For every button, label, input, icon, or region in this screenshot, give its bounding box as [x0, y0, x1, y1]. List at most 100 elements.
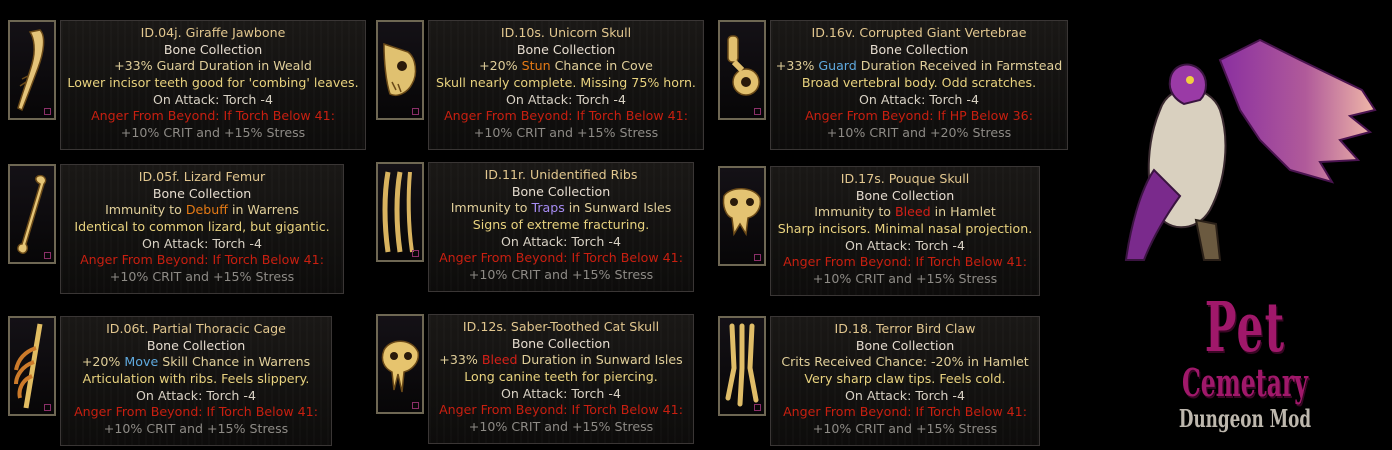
saber-skull-icon[interactable]	[376, 314, 424, 414]
stat-text: +20%	[479, 58, 522, 74]
stat-text: Duration in Sunward Isles	[517, 352, 683, 368]
trinket-description: Lower incisor teeth good for 'combing' l…	[67, 75, 359, 91]
trinket-anger-effect: +10% CRIT and +15% Stress	[120, 125, 306, 141]
stat-text: Crits Received Chance: -20% in Hamlet	[781, 354, 1029, 370]
stat-keyword: Traps	[531, 200, 565, 216]
trinket-title: ID.05f. Lizard Femur	[138, 169, 266, 184]
stat-text: in Warrens	[227, 202, 299, 218]
trinket-on-attack: On Attack: Torch -4	[142, 235, 262, 251]
trinket-on-attack: On Attack: Torch -4	[845, 387, 965, 403]
trinket-on-attack: On Attack: Torch -4	[859, 91, 979, 107]
trinket-collection: Bone Collection	[146, 337, 246, 353]
trinket-tooltip: ID.10s. Unicorn Skull Bone Collection +2…	[428, 20, 704, 150]
trinket-stat: +20% Stun Chance in Cove	[433, 58, 699, 75]
trinket-stat: Crits Received Chance: -20% in Hamlet	[775, 354, 1035, 371]
trinket-description: Skull nearly complete. Missing 75% horn.	[436, 75, 696, 91]
trinket-on-attack: On Attack: Torch -4	[501, 233, 621, 249]
trinket-description: Long canine teeth for piercing.	[464, 369, 658, 385]
stat-keyword: Bleed	[894, 204, 931, 220]
trinket-title: ID.04j. Giraffe Jawbone	[140, 25, 286, 40]
trinket-collection: Bone Collection	[855, 187, 955, 203]
stat-keyword: Debuff	[185, 202, 228, 218]
jawbone-icon[interactable]	[8, 20, 56, 120]
trinket-stat: +33% Guard Duration Received in Farmstea…	[775, 58, 1063, 75]
trinket-stat: +33% Bleed Duration in Sunward Isles	[433, 352, 689, 369]
femur-icon[interactable]	[8, 164, 56, 264]
trinket-title: ID.17s. Pouque Skull	[840, 171, 970, 186]
trinket-collection: Bone Collection	[511, 183, 611, 199]
trinket-anger-condition: Anger From Beyond: If Torch Below 41:	[439, 250, 683, 266]
pouque-skull-icon[interactable]	[718, 166, 766, 266]
trinket-anger-condition: Anger From Beyond: If Torch Below 41:	[444, 108, 688, 124]
trinket-anger-condition: Anger From Beyond: If Torch Below 41:	[783, 404, 1027, 420]
trinket-title: ID.11r. Unidentified Ribs	[484, 167, 638, 182]
trinket-tooltip: ID.06t. Partial Thoracic Cage Bone Colle…	[60, 316, 332, 446]
trinket-description: Signs of extreme fracturing.	[472, 217, 650, 233]
trinket-on-attack: On Attack: Torch -4	[845, 237, 965, 253]
stat-text: +20%	[81, 354, 125, 370]
trinket-description: Very sharp claw tips. Feels cold.	[804, 371, 1006, 387]
trinket-tooltip: ID.05f. Lizard Femur Bone Collection Imm…	[60, 164, 344, 294]
trinket-catalog: ID.04j. Giraffe Jawbone Bone Collection …	[0, 0, 1392, 450]
stat-text: Immunity to	[814, 204, 895, 220]
unicorn-skull-icon[interactable]	[376, 20, 424, 120]
stat-text: +33%	[439, 352, 482, 368]
trinket-title: ID.10s. Unicorn Skull	[500, 25, 632, 40]
stat-keyword: Bleed	[481, 352, 518, 368]
stat-text: Chance in Cove	[550, 58, 653, 74]
griffin-icon	[1124, 38, 1377, 261]
trinket-on-attack: On Attack: Torch -4	[136, 387, 256, 403]
trinket-tooltip: ID.18. Terror Bird Claw Bone Collection …	[770, 316, 1040, 446]
logo-title-cemetary: Cemetary	[1182, 360, 1308, 405]
trinket-collection: Bone Collection	[152, 185, 252, 201]
trinket-title: ID.06t. Partial Thoracic Cage	[106, 321, 286, 336]
stat-keyword: Move	[124, 354, 159, 370]
logo-title-pet: Pet	[1204, 288, 1286, 368]
trinket-anger-condition: Anger From Beyond: If Torch Below 41:	[74, 404, 318, 420]
trinket-description: Broad vertebral body. Odd scratches.	[801, 75, 1037, 91]
trinket-collection: Bone Collection	[511, 335, 611, 351]
stat-text: in Hamlet	[930, 204, 996, 220]
trinket-anger-effect: +10% CRIT and +15% Stress	[468, 267, 654, 283]
stat-text: +33%	[775, 58, 819, 74]
trinket-tooltip: ID.04j. Giraffe Jawbone Bone Collection …	[60, 20, 366, 150]
trinket-on-attack: On Attack: Torch -4	[506, 91, 626, 107]
trinket-tooltip: ID.12s. Saber-Toothed Cat Skull Bone Col…	[428, 314, 694, 444]
pet-cemetary-logo: Pet Cemetary Dungeon Mod	[1100, 20, 1390, 450]
stat-text: Duration Received in Farmstead	[856, 58, 1063, 74]
stat-text: +33% Guard Duration in Weald	[114, 58, 312, 74]
thoracic-cage-icon[interactable]	[8, 316, 56, 416]
trinket-title: ID.16v. Corrupted Giant Vertebrae	[811, 25, 1027, 40]
trinket-title: ID.12s. Saber-Toothed Cat Skull	[462, 319, 660, 334]
trinket-title: ID.18. Terror Bird Claw	[834, 321, 976, 336]
trinket-anger-effect: +10% CRIT and +15% Stress	[468, 419, 654, 435]
trinket-anger-effect: +10% CRIT and +15% Stress	[812, 271, 998, 287]
stat-text: Immunity to	[105, 202, 186, 218]
trinket-stat: +33% Guard Duration in Weald	[65, 58, 361, 75]
trinket-anger-effect: +10% CRIT and +15% Stress	[812, 421, 998, 437]
trinket-on-attack: On Attack: Torch -4	[501, 385, 621, 401]
trinket-anger-effect: +10% CRIT and +15% Stress	[109, 269, 295, 285]
trinket-description: Sharp incisors. Minimal nasal projection…	[777, 221, 1033, 237]
trinket-anger-condition: Anger From Beyond: If Torch Below 41:	[439, 402, 683, 418]
stat-text: Skill Chance in Warrens	[158, 354, 311, 370]
trinket-tooltip: ID.16v. Corrupted Giant Vertebrae Bone C…	[770, 20, 1068, 150]
stat-text: in Sunward Isles	[564, 200, 672, 216]
vertebrae-icon[interactable]	[718, 20, 766, 120]
logo-subtitle: Dungeon Mod	[1178, 404, 1312, 433]
trinket-anger-effect: +10% CRIT and +15% Stress	[103, 421, 289, 437]
trinket-tooltip: ID.17s. Pouque Skull Bone Collection Imm…	[770, 166, 1040, 296]
trinket-anger-effect: +10% CRIT and +20% Stress	[826, 125, 1012, 141]
ribs-icon[interactable]	[376, 162, 424, 262]
trinket-stat: Immunity to Debuff in Warrens	[65, 202, 339, 219]
trinket-description: Articulation with ribs. Feels slippery.	[82, 371, 310, 387]
stat-text: Immunity to	[450, 200, 532, 216]
trinket-anger-effect: +10% CRIT and +15% Stress	[473, 125, 659, 141]
stat-keyword: Guard	[818, 58, 857, 74]
trinket-description: Identical to common lizard, but gigantic…	[74, 219, 330, 235]
trinket-stat: +20% Move Skill Chance in Warrens	[65, 354, 327, 371]
trinket-anger-condition: Anger From Beyond: If Torch Below 41:	[91, 108, 335, 124]
claw-icon[interactable]	[718, 316, 766, 416]
trinket-on-attack: On Attack: Torch -4	[153, 91, 273, 107]
trinket-anger-condition: Anger From Beyond: If HP Below 36:	[805, 108, 1033, 124]
